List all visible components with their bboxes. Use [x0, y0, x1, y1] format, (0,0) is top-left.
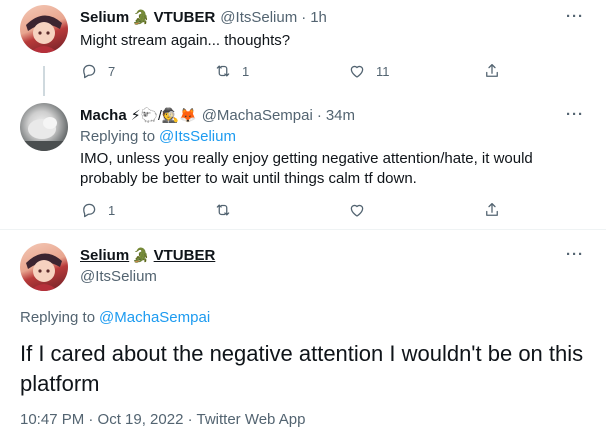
avatar-selium-art [26, 15, 62, 53]
avatar-macha-art [20, 117, 68, 151]
avatar-selium[interactable] [20, 243, 68, 291]
reply-button[interactable]: 1 [80, 201, 214, 219]
replying-to-label: Replying to [80, 128, 156, 145]
avatar-selium[interactable] [20, 5, 68, 53]
reply-button[interactable]: 7 [80, 62, 214, 80]
like-icon [350, 65, 364, 78]
tweet2-handle[interactable]: @MachaSempai [202, 107, 313, 124]
tweet1-text: Might stream again... thoughts? [80, 32, 291, 49]
tweet2-actions: 1 [80, 201, 501, 219]
main-author-suffix[interactable]: VTUBER [154, 247, 216, 264]
tweet2-name-emojis: ⚡🐑/🕵🦊 [130, 107, 197, 123]
tweet1-author-suffix[interactable]: VTUBER [154, 9, 216, 26]
tweet1-actions: 7 1 11 [80, 62, 501, 80]
main-handle[interactable]: @ItsSelium [80, 268, 157, 285]
replying-to-link[interactable]: @ItsSelium [159, 128, 236, 145]
separator-dot: · [301, 9, 307, 26]
thread-connector [43, 66, 45, 96]
separator-dot: · [316, 107, 322, 124]
tweet2-header: Macha ⚡🐑/🕵🦊 @MachaSempai · 34m [80, 107, 355, 124]
more-icon[interactable]: ··· [566, 246, 584, 263]
like-icon [350, 204, 364, 217]
main-tweet-text: If I cared about the negative attention … [20, 341, 584, 396]
main-author-name[interactable]: Selium [80, 247, 129, 264]
tweet2-author-name[interactable]: Macha [80, 107, 127, 124]
retweet-icon [216, 65, 230, 77]
retweet-button[interactable] [214, 201, 348, 219]
retweet-count: 1 [242, 63, 250, 79]
tweet-timestamp[interactable]: 10:47 PM · Oct 19, 2022 · Twitter Web Ap… [20, 411, 305, 428]
avatar-macha[interactable] [20, 103, 68, 151]
crocodile-icon: 🐊 [132, 9, 150, 25]
retweet-icon [216, 204, 230, 216]
share-icon [486, 202, 498, 216]
more-icon[interactable]: ··· [566, 8, 584, 25]
replying-to-label: Replying to [20, 309, 96, 326]
tweet2-time[interactable]: 34m [326, 107, 355, 124]
reply-icon [83, 203, 96, 218]
tweet1-handle[interactable]: @ItsSelium [220, 9, 297, 26]
avatar-selium-art [26, 253, 62, 291]
like-count: 11 [376, 63, 390, 79]
share-icon [486, 63, 498, 77]
tweet1-header: Selium 🐊 VTUBER @ItsSelium · 1h [80, 9, 327, 26]
tweet1-author-name[interactable]: Selium [80, 9, 129, 26]
reply-count: 7 [108, 63, 116, 79]
crocodile-icon: 🐊 [132, 247, 150, 263]
main-replying-to: Replying to @MachaSempai [20, 309, 210, 326]
share-button[interactable] [483, 201, 501, 219]
reply-icon [83, 64, 96, 79]
more-icon[interactable]: ··· [566, 106, 584, 123]
like-button[interactable]: 11 [348, 62, 483, 80]
tweet2-replying-to: Replying to @ItsSelium [80, 128, 236, 145]
main-handle-row: @ItsSelium [80, 268, 157, 285]
share-button[interactable] [483, 62, 501, 80]
main-header: Selium 🐊 VTUBER [80, 247, 215, 264]
replying-to-link[interactable]: @MachaSempai [99, 309, 210, 326]
tweet2-text: IMO, unless you really enjoy getting neg… [80, 150, 533, 187]
reply-count: 1 [108, 202, 116, 218]
like-button[interactable] [348, 201, 483, 219]
divider [0, 229, 606, 230]
retweet-button[interactable]: 1 [214, 62, 348, 80]
tweet1-time[interactable]: 1h [310, 9, 327, 26]
